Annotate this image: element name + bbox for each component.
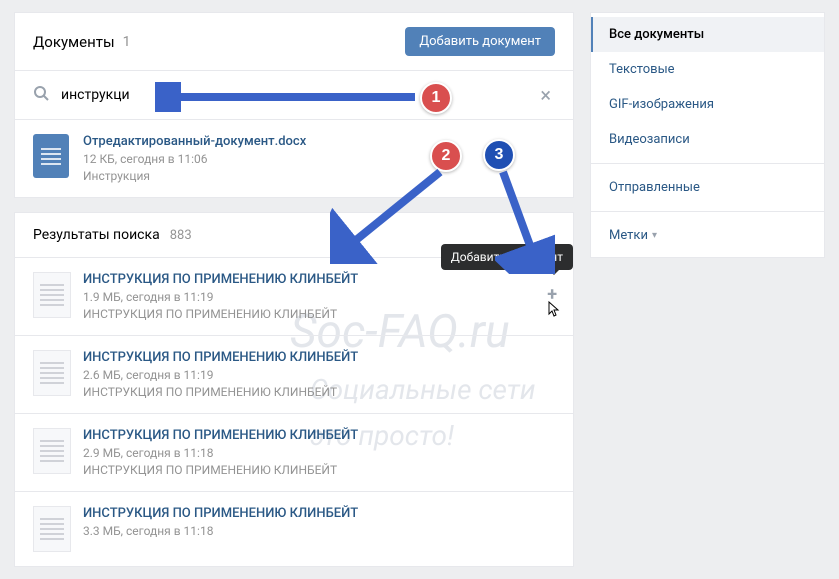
result-item[interactable]: ИНСТРУКЦИЯ ПО ПРИМЕНЕНИЮ КЛИНБЕЙТ 1.9 МБ… — [15, 258, 573, 336]
own-document-row[interactable]: Отредактированный-документ.docx 12 КБ, с… — [15, 120, 573, 197]
documents-panel: Документы 1 Добавить документ × Отредакт… — [14, 12, 574, 198]
result-desc: ИНСТРУКЦИЯ ПО ПРИМЕНЕНИЮ КЛИНБЕЙТ — [83, 463, 555, 477]
document-tag: Инструкция — [83, 169, 306, 183]
sidebar-item-1[interactable]: Текстовые — [591, 52, 824, 87]
result-title: ИНСТРУКЦИЯ ПО ПРИМЕНЕНИЮ КЛИНБЕЙТ — [83, 272, 555, 287]
document-thumb-icon — [33, 506, 71, 552]
chevron-down-icon: ▾ — [652, 230, 657, 241]
result-meta: 2.9 МБ, сегодня в 11:18 — [83, 446, 555, 460]
search-results-panel: Результаты поиска 883 ИНСТРУКЦИЯ ПО ПРИМ… — [14, 212, 574, 567]
add-document-button[interactable]: Добавить документ — [405, 27, 555, 56]
add-result-button[interactable]: + — [547, 284, 557, 305]
documents-count: 1 — [123, 34, 131, 50]
result-item[interactable]: ИНСТРУКЦИЯ ПО ПРИМЕНЕНИЮ КЛИНБЕЙТ 2.9 МБ… — [15, 414, 573, 492]
sidebar-labels-dropdown[interactable]: Метки ▾ — [591, 218, 824, 253]
document-thumb-icon — [33, 350, 71, 396]
results-count: 883 — [170, 228, 192, 243]
sidebar-item-2[interactable]: GIF-изображения — [591, 87, 824, 122]
result-meta: 3.3 МБ, сегодня в 11:18 — [83, 524, 555, 538]
result-item[interactable]: ИНСТРУКЦИЯ ПО ПРИМЕНЕНИЮ КЛИНБЕЙТ 2.6 МБ… — [15, 336, 573, 414]
sidebar-item-0[interactable]: Все документы — [591, 17, 824, 52]
result-desc: ИНСТРУКЦИЯ ПО ПРИМЕНЕНИЮ КЛИНБЕЙТ — [83, 307, 555, 321]
document-file-icon — [33, 134, 69, 178]
result-title: ИНСТРУКЦИЯ ПО ПРИМЕНЕНИЮ КЛИНБЕЙТ — [83, 350, 555, 365]
result-meta: 1.9 МБ, сегодня в 11:19 — [83, 290, 555, 304]
result-desc: ИНСТРУКЦИЯ ПО ПРИМЕНЕНИЮ КЛИНБЕЙТ — [83, 385, 555, 399]
clear-search-button[interactable]: × — [536, 83, 555, 107]
add-document-tooltip: Добавить документ — [441, 244, 573, 270]
document-title: Отредактированный-документ.docx — [83, 134, 306, 149]
result-title: ИНСТРУКЦИЯ ПО ПРИМЕНЕНИЮ КЛИНБЕЙТ — [83, 428, 555, 443]
sidebar-panel: Все документыТекстовыеGIF-изображенияВид… — [590, 12, 825, 258]
search-input[interactable] — [61, 87, 536, 103]
documents-title: Документы — [33, 33, 115, 51]
sidebar-item-3[interactable]: Видеозаписи — [591, 122, 824, 157]
document-meta: 12 КБ, сегодня в 11:06 — [83, 152, 306, 166]
document-thumb-icon — [33, 272, 71, 318]
result-item[interactable]: ИНСТРУКЦИЯ ПО ПРИМЕНЕНИЮ КЛИНБЕЙТ 3.3 МБ… — [15, 492, 573, 566]
document-thumb-icon — [33, 428, 71, 474]
sidebar-sent[interactable]: Отправленные — [591, 170, 824, 205]
search-icon — [33, 85, 49, 105]
results-title: Результаты поиска — [33, 227, 160, 243]
result-meta: 2.6 МБ, сегодня в 11:19 — [83, 368, 555, 382]
result-title: ИНСТРУКЦИЯ ПО ПРИМЕНЕНИЮ КЛИНБЕЙТ — [83, 506, 555, 521]
